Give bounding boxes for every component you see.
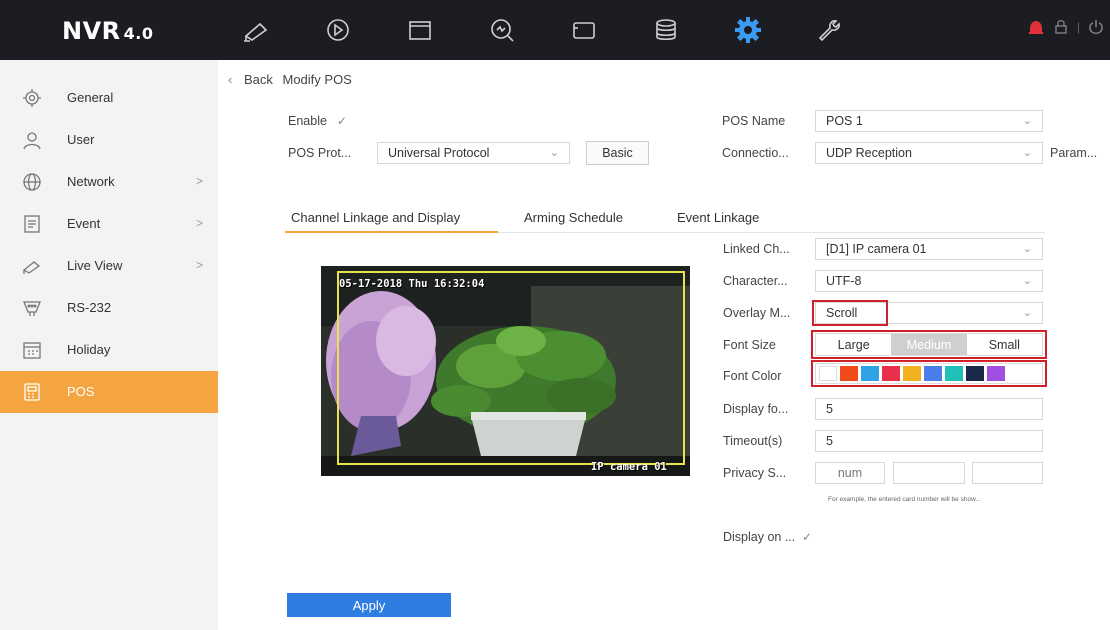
globe-icon xyxy=(23,173,41,191)
alarm-icon[interactable] xyxy=(1027,18,1045,36)
picture-icon[interactable] xyxy=(568,14,600,46)
breadcrumb: ‹ Back Modify POS xyxy=(228,72,352,87)
sidebar-item-label: User xyxy=(67,132,95,147)
sidebar-item-label: RS-232 xyxy=(67,300,112,315)
sidebar-item-user[interactable]: User xyxy=(0,119,218,161)
maintenance-icon[interactable] xyxy=(812,14,844,46)
sidebar-item-pos[interactable]: POS xyxy=(0,371,218,413)
sidebar-item-live-view[interactable]: Live View > xyxy=(0,245,218,287)
enable-label: Enable xyxy=(288,114,327,128)
pos-name-label: POS Name xyxy=(722,114,786,128)
gear-icon xyxy=(23,89,41,107)
camera-icon xyxy=(22,261,41,274)
sidebar-item-label: POS xyxy=(67,384,95,399)
connection-label: Connectio... xyxy=(722,146,789,160)
sidebar-item-label: General xyxy=(67,90,114,105)
enable-checkbox[interactable]: ✓ xyxy=(337,114,351,128)
timeout-label: Timeout(s) xyxy=(723,434,783,448)
highlight-overlay-mode xyxy=(812,300,888,326)
osd-camera-name: IP camera 01 xyxy=(591,461,667,473)
osd-datetime: 05-17-2018 Thu 16:32:04 xyxy=(339,278,485,290)
settings-icon[interactable] xyxy=(732,14,764,46)
sidebar-item-general[interactable]: General xyxy=(0,77,218,119)
sidebar-item-label: Holiday xyxy=(67,342,111,357)
pos-icon xyxy=(24,383,40,401)
file-icon[interactable] xyxy=(404,14,436,46)
chevron-right-icon: > xyxy=(196,216,204,230)
display-on-checkbox[interactable]: ✓ xyxy=(802,530,816,544)
basic-button[interactable]: Basic xyxy=(586,141,649,165)
sidebar-item-holiday[interactable]: Holiday xyxy=(0,329,218,371)
user-icon xyxy=(23,132,41,150)
active-tab-indicator xyxy=(285,231,498,233)
privacy-input-1[interactable]: num xyxy=(815,462,885,484)
back-chevron-icon[interactable]: ‹ xyxy=(228,72,232,87)
tab-arming-schedule[interactable]: Arming Schedule xyxy=(524,210,623,225)
smart-search-icon[interactable] xyxy=(486,14,518,46)
chevron-right-icon: > xyxy=(196,174,204,188)
highlight-font-size xyxy=(811,330,1047,359)
live-view-icon[interactable] xyxy=(240,14,272,46)
display-for-label: Display fo... xyxy=(723,402,789,416)
event-icon xyxy=(24,215,40,233)
privacy-input-2[interactable] xyxy=(893,462,965,484)
sidebar-item-label: Event xyxy=(67,216,101,231)
lock-icon[interactable] xyxy=(1053,19,1069,35)
display-for-input[interactable]: 5 xyxy=(815,398,1043,420)
top-bar: NVR 4.0 | xyxy=(0,0,1110,60)
display-on-label: Display on ... xyxy=(723,530,796,544)
pos-protocol-label: POS Prot... xyxy=(288,146,352,160)
power-icon[interactable] xyxy=(1088,19,1104,35)
linked-channel-select[interactable]: [D1] IP camera 01 ⌄ xyxy=(815,238,1043,260)
calendar-icon xyxy=(23,342,41,359)
page-title: Modify POS xyxy=(282,72,352,87)
sidebar-item-rs-232[interactable]: RS-232 xyxy=(0,287,218,329)
logo: NVR 4.0 xyxy=(62,17,154,45)
overlay-mode-label: Overlay M... xyxy=(723,306,791,320)
sidebar-item-event[interactable]: Event > xyxy=(0,203,218,245)
sidebar-item-label: Network xyxy=(67,174,115,189)
highlight-font-color xyxy=(811,360,1047,387)
video-preview: 05-17-2018 Thu 16:32:04 IP camera 01 xyxy=(321,266,690,476)
tab-channel-linkage[interactable]: Channel Linkage and Display xyxy=(291,210,460,225)
sidebar-item-label: Live View xyxy=(67,258,123,273)
rs232-icon xyxy=(23,301,41,316)
pos-name-select[interactable]: POS 1 ⌄ xyxy=(815,110,1043,132)
connection-select[interactable]: UDP Reception ⌄ xyxy=(815,142,1043,164)
character-select[interactable]: UTF-8 ⌄ xyxy=(815,270,1043,292)
storage-icon[interactable] xyxy=(650,14,682,46)
sidebar-item-network[interactable]: Network > xyxy=(0,161,218,203)
tab-event-linkage[interactable]: Event Linkage xyxy=(677,210,759,225)
privacy-input-3[interactable] xyxy=(972,462,1043,484)
back-link[interactable]: Back xyxy=(244,72,273,87)
font-size-label: Font Size xyxy=(723,338,776,352)
chevron-right-icon: > xyxy=(196,258,204,272)
timeout-input[interactable]: 5 xyxy=(815,430,1043,452)
privacy-label: Privacy S... xyxy=(723,466,787,480)
separator-icon: | xyxy=(1076,20,1080,34)
playback-icon[interactable] xyxy=(322,14,354,46)
font-color-label: Font Color xyxy=(723,369,782,383)
sidebar: General User Network > Event > Live View… xyxy=(0,60,218,630)
linked-channel-label: Linked Ch... xyxy=(723,242,790,256)
privacy-hint: For example, the entered card number wil… xyxy=(828,496,981,503)
pos-protocol-select[interactable]: Universal Protocol ⌄ xyxy=(377,142,570,164)
apply-button[interactable]: Apply xyxy=(287,593,451,617)
param-button[interactable]: Param... xyxy=(1050,146,1097,160)
preview-image xyxy=(321,266,690,476)
character-label: Character... xyxy=(723,274,788,288)
